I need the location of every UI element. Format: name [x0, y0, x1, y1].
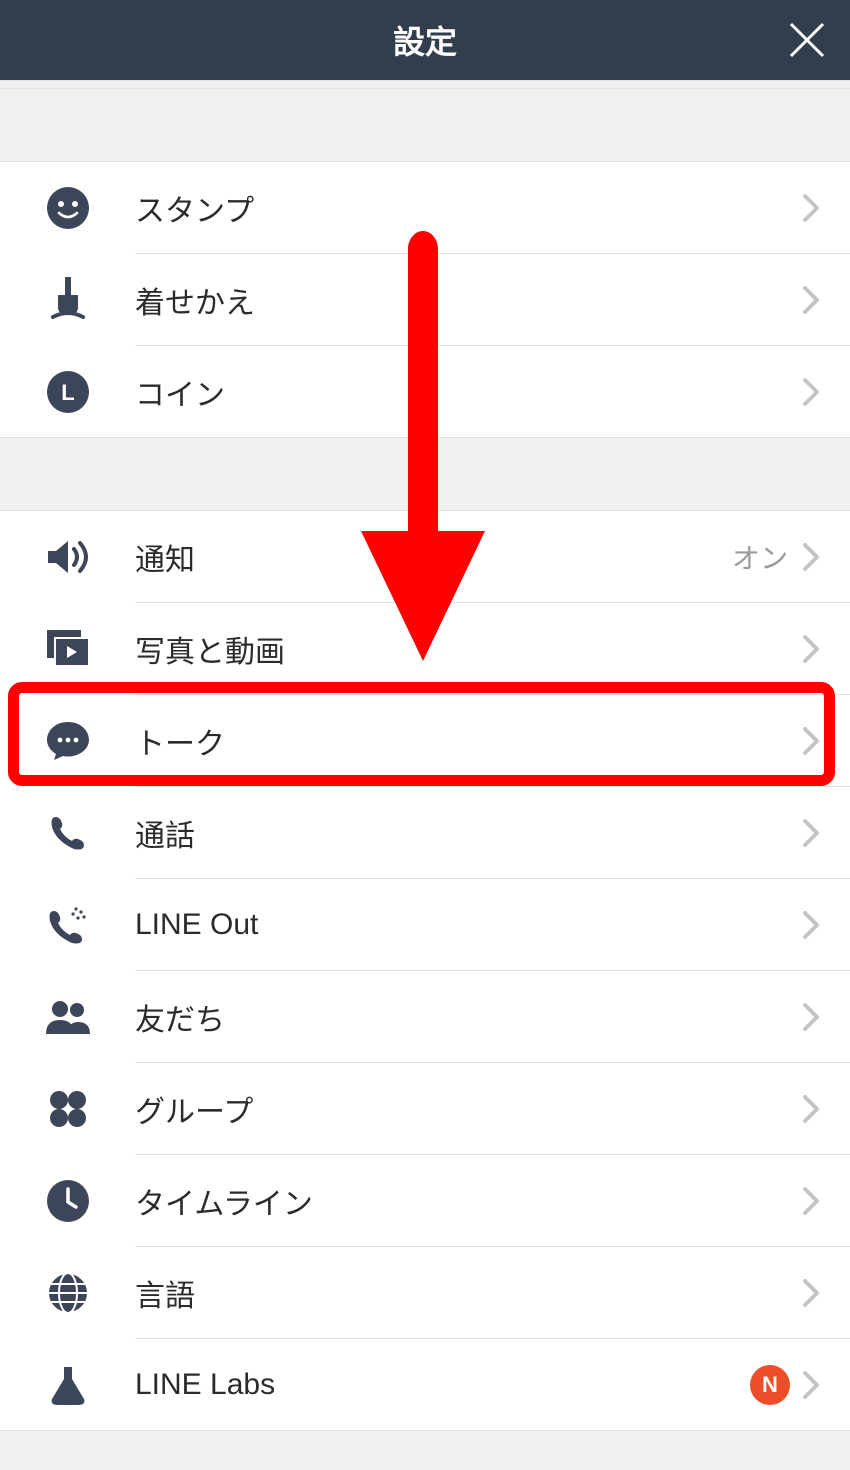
settings-section-2: 通知 オン 写真と動画 トーク	[0, 511, 850, 1430]
row-label: 着せかえ	[135, 278, 802, 322]
clock-icon	[0, 1180, 135, 1222]
header-title: 設定	[0, 17, 850, 63]
chevron-right-icon	[802, 1278, 820, 1308]
row-label: 通知	[135, 535, 732, 579]
row-value: オン	[732, 537, 788, 577]
chevron-right-icon	[802, 377, 820, 407]
row-label: タイムライン	[135, 1179, 802, 1223]
row-group[interactable]: グループ	[0, 1063, 850, 1154]
coin-l-icon: L	[0, 371, 135, 413]
chevron-right-icon	[802, 634, 820, 664]
separator	[0, 1430, 850, 1470]
row-label: 友だち	[135, 995, 802, 1039]
separator	[0, 437, 850, 511]
chevron-right-icon	[802, 1002, 820, 1032]
phone-out-icon	[0, 903, 135, 947]
row-label: コイン	[135, 370, 802, 414]
chevron-right-icon	[802, 726, 820, 756]
chevron-right-icon	[802, 1370, 820, 1400]
close-icon	[788, 21, 826, 59]
new-badge: N	[750, 1365, 790, 1405]
chevron-right-icon	[802, 910, 820, 940]
media-icon	[0, 628, 135, 670]
row-label: LINE Out	[135, 908, 802, 942]
row-label: LINE Labs	[135, 1368, 750, 1402]
chevron-right-icon	[802, 1094, 820, 1124]
chat-icon	[0, 720, 135, 762]
chevron-right-icon	[802, 818, 820, 848]
row-stamp[interactable]: スタンプ	[0, 162, 850, 253]
row-coin[interactable]: L コイン	[0, 346, 850, 437]
row-label: 通話	[135, 811, 802, 855]
row-theme[interactable]: 着せかえ	[0, 254, 850, 345]
settings-section-1: スタンプ 着せかえ L コイン	[0, 162, 850, 437]
globe-icon	[0, 1272, 135, 1314]
separator	[0, 80, 850, 88]
flask-icon	[0, 1363, 135, 1407]
row-call[interactable]: 通話	[0, 787, 850, 878]
row-timeline[interactable]: タイムライン	[0, 1155, 850, 1246]
row-label: グループ	[135, 1087, 802, 1131]
chevron-right-icon	[802, 1186, 820, 1216]
phone-icon	[0, 813, 135, 853]
chevron-right-icon	[802, 542, 820, 572]
row-label: スタンプ	[135, 186, 802, 230]
header: 設定	[0, 0, 850, 80]
chevron-right-icon	[802, 193, 820, 223]
row-label: 写真と動画	[135, 627, 802, 671]
row-line-labs[interactable]: LINE Labs N	[0, 1339, 850, 1430]
row-friends[interactable]: 友だち	[0, 971, 850, 1062]
chevron-right-icon	[802, 285, 820, 315]
row-photos-videos[interactable]: 写真と動画	[0, 603, 850, 694]
svg-text:L: L	[61, 380, 74, 405]
group-dots-icon	[0, 1088, 135, 1130]
speaker-icon	[0, 537, 135, 577]
row-language[interactable]: 言語	[0, 1247, 850, 1338]
friends-icon	[0, 998, 135, 1036]
smile-icon	[0, 187, 135, 229]
row-talk[interactable]: トーク	[0, 695, 850, 786]
row-notification[interactable]: 通知 オン	[0, 511, 850, 602]
separator	[0, 88, 850, 162]
row-label: 言語	[135, 1271, 802, 1315]
row-label: トーク	[135, 719, 802, 763]
row-line-out[interactable]: LINE Out	[0, 879, 850, 970]
brush-icon	[0, 275, 135, 325]
close-button[interactable]	[786, 19, 828, 61]
